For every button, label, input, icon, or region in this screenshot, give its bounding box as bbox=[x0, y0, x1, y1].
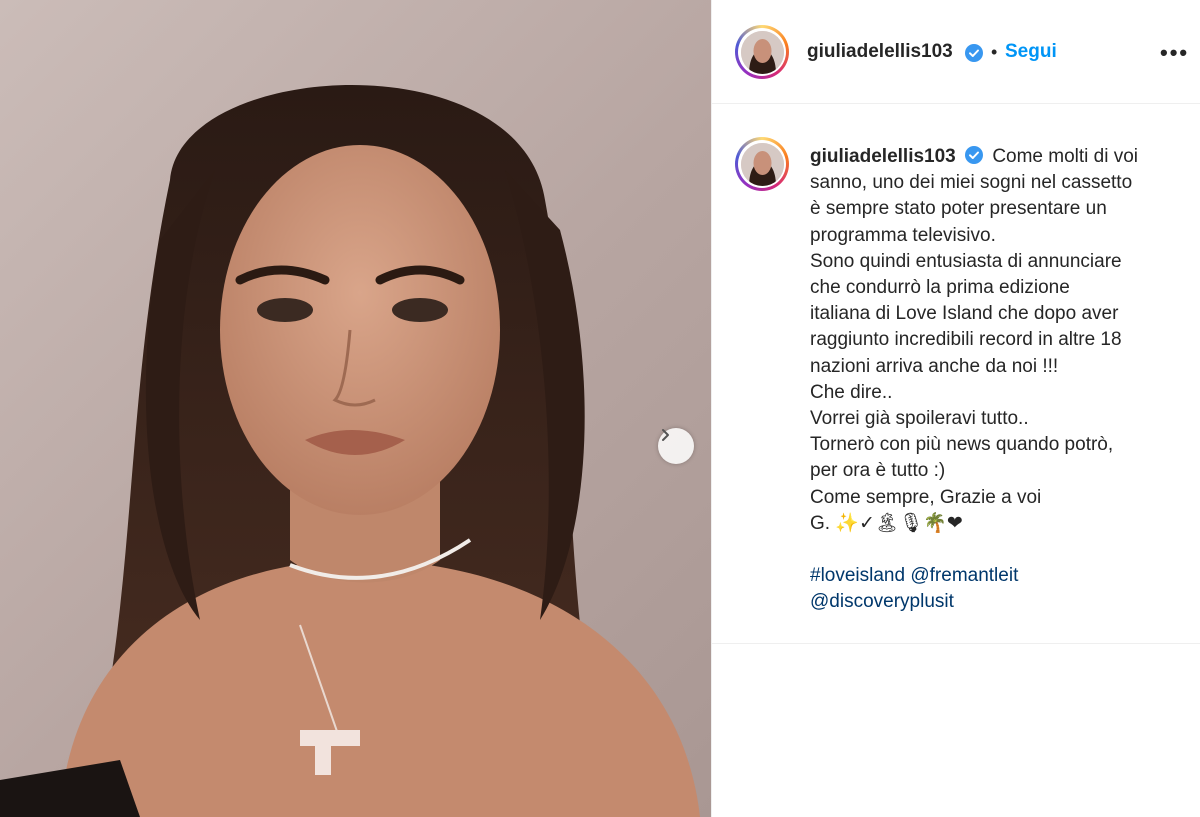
post-username[interactable]: giuliadelellis103 bbox=[807, 41, 953, 63]
caption-tags-line: #loveisland @fremantleit bbox=[810, 563, 1185, 589]
caption-line: italiana di Love Island che dopo aver bbox=[810, 303, 1119, 325]
post-caption: giuliadelellis103 Come molti di voi sann… bbox=[810, 144, 1185, 616]
more-options-icon[interactable]: ••• bbox=[1160, 40, 1189, 66]
hashtag-link[interactable]: #loveisland bbox=[810, 565, 905, 586]
caption-avatar[interactable] bbox=[735, 137, 789, 191]
verified-badge-icon bbox=[965, 44, 983, 62]
caption-line: nazioni arriva anche da noi !!! bbox=[810, 355, 1059, 377]
caption-line: Sono quindi entusiasta di annunciare bbox=[810, 250, 1122, 272]
caption-tags-line: @discoveryplusit bbox=[810, 589, 1185, 615]
caption-username[interactable]: giuliadelellis103 bbox=[810, 146, 956, 167]
post-side-panel: giuliadelellis103 • Segui ••• giuliadele… bbox=[711, 0, 1200, 817]
chevron-right-icon bbox=[662, 429, 669, 441]
caption-line: G. ✨✓🏝🎙🌴❤ bbox=[810, 512, 963, 534]
avatar-image bbox=[740, 142, 784, 186]
portrait-photo bbox=[0, 85, 700, 817]
caption-line: Vorrei già spoileravi tutto.. bbox=[810, 408, 1029, 430]
caption-line: Come sempre, Grazie a voi bbox=[810, 486, 1042, 508]
caption-line: programma televisivo. bbox=[810, 224, 996, 246]
caption-line: Che dire.. bbox=[810, 381, 893, 403]
caption-line: raggiunto incredibili record in altre 18 bbox=[810, 329, 1122, 351]
caption-line: che condurrò la prima edizione bbox=[810, 277, 1070, 299]
post-header: giuliadelellis103 • Segui ••• bbox=[712, 0, 1200, 104]
caption-line: per ora è tutto :) bbox=[810, 460, 946, 482]
next-image-button[interactable] bbox=[658, 428, 694, 464]
separator-dot: • bbox=[991, 42, 998, 62]
divider bbox=[712, 643, 1200, 644]
caption-first-line: giuliadelellis103 Come molti di voi bbox=[810, 144, 1185, 170]
mention-link[interactable]: @discoveryplusit bbox=[810, 591, 954, 612]
post-image[interactable] bbox=[0, 0, 711, 817]
caption-line: Tornerò con più news quando potrò, bbox=[810, 434, 1114, 456]
caption-text: Come molti di voi bbox=[992, 146, 1139, 167]
mention-link[interactable]: @fremantleit bbox=[910, 565, 1018, 586]
verified-badge-icon bbox=[965, 146, 984, 164]
avatar-image bbox=[740, 30, 784, 74]
follow-button[interactable]: Segui bbox=[1005, 41, 1057, 63]
caption-line: sanno, uno dei miei sogni nel cassetto bbox=[810, 172, 1133, 194]
caption-line: è sempre stato poter presentare un bbox=[810, 198, 1107, 220]
avatar[interactable] bbox=[735, 25, 789, 79]
